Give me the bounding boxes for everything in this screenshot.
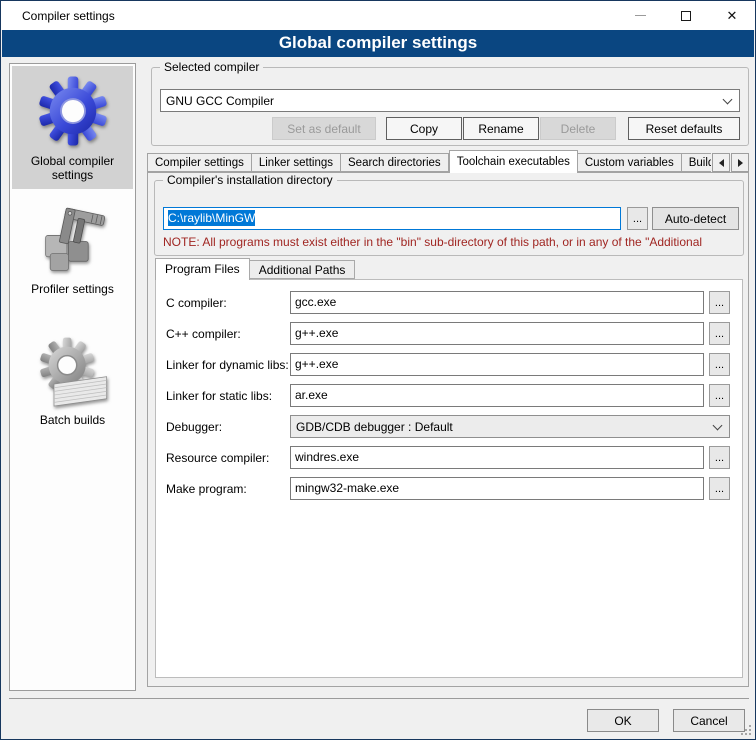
cancel-button[interactable]: Cancel bbox=[673, 709, 745, 732]
installation-directory-group-label: Compiler's installation directory bbox=[163, 173, 337, 187]
reset-defaults-button[interactable]: Reset defaults bbox=[628, 117, 740, 140]
tab-scroll-buttons bbox=[711, 153, 749, 172]
directory-note: NOTE: All programs must exist either in … bbox=[163, 235, 738, 249]
compiler-select-value: GNU GCC Compiler bbox=[166, 94, 274, 108]
tab-scroll-left-button[interactable] bbox=[712, 153, 730, 172]
delete-button[interactable]: Delete bbox=[540, 117, 616, 140]
field-value: ar.exe bbox=[295, 388, 328, 402]
field-value: mingw32-make.exe bbox=[295, 481, 399, 495]
debugger-select[interactable]: GDB/CDB debugger : Default bbox=[290, 415, 730, 438]
tab-search-directories[interactable]: Search directories bbox=[341, 153, 449, 172]
make-program-input[interactable]: mingw32-make.exe bbox=[290, 477, 704, 500]
tab-toolchain-executables[interactable]: Toolchain executables bbox=[449, 150, 578, 173]
linker-static-input[interactable]: ar.exe bbox=[290, 384, 704, 407]
compiler-select[interactable]: GNU GCC Compiler bbox=[160, 89, 740, 112]
installation-directory-group: Compiler's installation directory C:\ray… bbox=[154, 180, 744, 256]
field-row-debugger: Debugger: GDB/CDB debugger : Default bbox=[166, 415, 730, 438]
tab-linker-settings[interactable]: Linker settings bbox=[252, 153, 341, 172]
gear-stack-icon bbox=[35, 333, 111, 409]
field-value: windres.exe bbox=[295, 450, 359, 464]
compiler-actions: Set as default Copy Rename Delete Reset … bbox=[272, 117, 740, 140]
resource-compiler-input[interactable]: windres.exe bbox=[290, 446, 704, 469]
field-row-c-compiler: C compiler: gcc.exe ... bbox=[166, 291, 730, 314]
minimize-button[interactable] bbox=[617, 1, 663, 30]
sidebar-item-label: Profiler settings bbox=[14, 282, 131, 296]
program-files-page: C compiler: gcc.exe ... C++ compiler: g+… bbox=[155, 279, 743, 678]
chevron-down-icon bbox=[713, 421, 723, 431]
browse-button[interactable]: ... bbox=[709, 446, 730, 469]
window-title: Compiler settings bbox=[22, 9, 115, 23]
triangle-left-icon bbox=[719, 159, 724, 167]
settings-sidebar: Global compiler settings Profiler settin… bbox=[9, 63, 136, 691]
linker-dynamic-input[interactable]: g++.exe bbox=[290, 353, 704, 376]
set-as-default-button[interactable]: Set as default bbox=[272, 117, 376, 140]
field-value: gcc.exe bbox=[295, 295, 336, 309]
field-value: g++.exe bbox=[295, 357, 338, 371]
subtab-additional-paths[interactable]: Additional Paths bbox=[250, 260, 356, 279]
footer-divider bbox=[9, 698, 749, 699]
field-row-linker-dynamic: Linker for dynamic libs: g++.exe ... bbox=[166, 353, 730, 376]
rename-button[interactable]: Rename bbox=[463, 117, 539, 140]
selected-compiler-group: Selected compiler GNU GCC Compiler Set a… bbox=[151, 67, 749, 146]
compiler-settings-window: Compiler settings ✕ Global compiler sett… bbox=[0, 0, 756, 740]
debugger-select-value: GDB/CDB debugger : Default bbox=[296, 420, 453, 434]
field-label: Debugger: bbox=[166, 420, 290, 434]
installation-directory-input[interactable]: C:\raylib\MinGW bbox=[163, 207, 621, 230]
auto-detect-button[interactable]: Auto-detect bbox=[652, 207, 739, 230]
field-row-cpp-compiler: C++ compiler: g++.exe ... bbox=[166, 322, 730, 345]
resize-grip[interactable] bbox=[741, 725, 752, 736]
field-row-make-program: Make program: mingw32-make.exe ... bbox=[166, 477, 730, 500]
close-button[interactable]: ✕ bbox=[709, 1, 755, 30]
field-value: g++.exe bbox=[295, 326, 338, 340]
gear-blue-icon bbox=[34, 72, 112, 150]
sidebar-item-global-compiler-settings[interactable]: Global compiler settings bbox=[12, 66, 133, 189]
title-bar[interactable]: Compiler settings ✕ bbox=[1, 1, 755, 30]
field-label: Resource compiler: bbox=[166, 451, 290, 465]
field-label: Linker for static libs: bbox=[166, 389, 290, 403]
minimize-icon bbox=[635, 15, 646, 16]
maximize-button[interactable] bbox=[663, 1, 709, 30]
ok-button[interactable]: OK bbox=[587, 709, 659, 732]
page-title: Global compiler settings bbox=[2, 30, 754, 57]
tab-compiler-settings[interactable]: Compiler settings bbox=[147, 153, 252, 172]
field-row-linker-static: Linker for static libs: ar.exe ... bbox=[166, 384, 730, 407]
browse-button[interactable]: ... bbox=[709, 322, 730, 345]
sidebar-item-profiler-settings[interactable]: Profiler settings bbox=[12, 196, 133, 303]
triangle-right-icon bbox=[738, 159, 743, 167]
browse-button[interactable]: ... bbox=[709, 353, 730, 376]
chevron-down-icon bbox=[723, 95, 733, 105]
tab-scroll-right-button[interactable] bbox=[731, 153, 749, 172]
browse-button[interactable]: ... bbox=[709, 291, 730, 314]
selected-compiler-group-label: Selected compiler bbox=[160, 60, 263, 74]
field-row-resource-compiler: Resource compiler: windres.exe ... bbox=[166, 446, 730, 469]
c-compiler-input[interactable]: gcc.exe bbox=[290, 291, 704, 314]
browse-button[interactable]: ... bbox=[709, 384, 730, 407]
directory-browse-button[interactable]: ... bbox=[627, 207, 648, 230]
field-label: Make program: bbox=[166, 482, 290, 496]
maximize-icon bbox=[681, 11, 691, 21]
browse-button[interactable]: ... bbox=[709, 477, 730, 500]
profiler-caliper-icon bbox=[35, 202, 111, 278]
cpp-compiler-input[interactable]: g++.exe bbox=[290, 322, 704, 345]
field-label: C++ compiler: bbox=[166, 327, 290, 341]
tab-build-options[interactable]: Build options bbox=[682, 153, 711, 172]
toolchain-executables-page: Compiler's installation directory C:\ray… bbox=[147, 172, 749, 687]
sidebar-item-batch-builds[interactable]: Batch builds bbox=[12, 327, 133, 434]
sidebar-item-label: Global compiler settings bbox=[14, 154, 131, 182]
field-label: C compiler: bbox=[166, 296, 290, 310]
copy-button[interactable]: Copy bbox=[386, 117, 462, 140]
close-icon: ✕ bbox=[727, 9, 738, 22]
window-controls: ✕ bbox=[617, 1, 755, 30]
subtab-program-files[interactable]: Program Files bbox=[155, 258, 250, 280]
selected-text: C:\raylib\MinGW bbox=[168, 210, 255, 226]
tab-custom-variables[interactable]: Custom variables bbox=[578, 153, 682, 172]
program-subtabs: Program Files Additional Paths bbox=[155, 258, 355, 279]
settings-tabs: Compiler settings Linker settings Search… bbox=[147, 149, 749, 172]
field-label: Linker for dynamic libs: bbox=[166, 358, 290, 372]
sidebar-item-label: Batch builds bbox=[14, 413, 131, 427]
